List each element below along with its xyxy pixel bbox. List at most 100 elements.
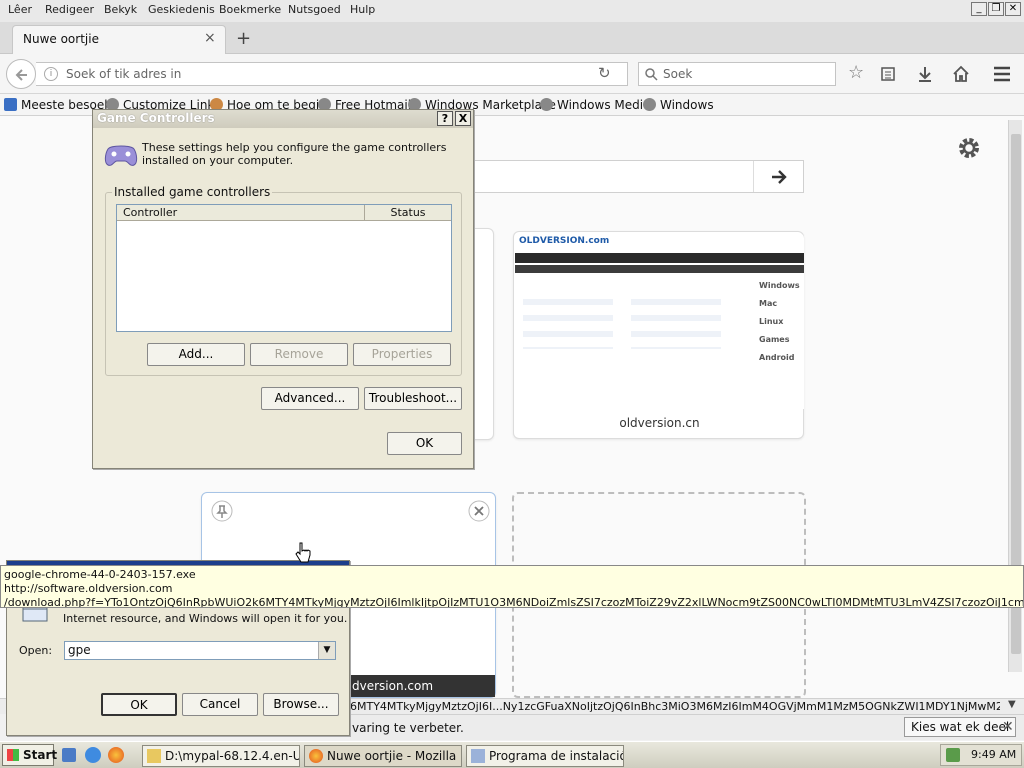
ie-icon[interactable] [85,747,101,763]
game-controllers-dialog: Game Controllers ? X These settings help… [92,109,474,469]
info-icon[interactable]: i [44,67,58,81]
dialog-description: These settings help you configure the ga… [142,141,447,167]
start-label: Start [23,748,58,762]
pin-icon[interactable] [211,500,233,522]
installed-controllers-group: Installed game controllers Controller St… [105,185,462,376]
run-ok-button[interactable]: OK [101,693,177,716]
properties-button: Properties [353,343,451,366]
troubleshoot-button[interactable]: Troubleshoot... [364,387,462,410]
taskbar: Start D:\mypal-68.12.4.en-US.... Nuwe oo… [0,741,1024,768]
bookmark-windows-media[interactable]: Windows Media [540,98,650,112]
oldversion-logo: OLDVERSION.com [519,236,610,246]
reading-list-icon[interactable] [880,66,896,82]
tooltip-host: http://software.oldversion.com [4,582,173,595]
thumb-navbar [515,253,804,263]
globe-icon [540,98,553,111]
dialog-close-button[interactable]: X [455,111,471,126]
advanced-button[interactable]: Advanced... [261,387,359,410]
address-bar[interactable]: i Soek of tik adres in ↻ [36,62,628,86]
scroll-down-arrow-icon[interactable]: ▼ [1008,699,1016,710]
folder-icon [147,749,161,763]
minimize-button[interactable]: _ [971,2,987,16]
column-controller[interactable]: Controller [117,205,365,221]
window-close-button[interactable]: ✕ [1005,2,1021,16]
menu-help[interactable]: Hulp [350,3,375,16]
menu-edit[interactable]: Redigeer [45,3,94,16]
open-label: Open: [19,644,53,657]
taskbar-item-folder[interactable]: D:\mypal-68.12.4.en-US.... [142,745,300,767]
firefox-icon[interactable] [108,747,124,763]
add-button[interactable]: Add... [147,343,245,366]
downloads-icon[interactable] [916,65,934,83]
search-placeholder: Soek [663,67,693,81]
thumb-subnav [515,265,804,273]
oldversion-thumbnail: OLDVERSION.com Windows Mac Linux Games A… [515,233,804,409]
group-label: Installed game controllers [112,185,273,199]
thumb-list-1 [523,289,613,349]
start-button[interactable]: Start [2,744,58,766]
tab-new-tab[interactable]: Nuwe oortjie × [12,25,226,54]
globe-icon [643,98,656,111]
tile-title: oldversion.cn [619,416,700,430]
back-arrow-icon [15,69,27,81]
tooltip-filename: google-chrome-44-0-2403-157.exe [4,568,196,581]
menu-view[interactable]: Bekyk [104,3,137,16]
download-link-tooltip: google-chrome-44-0-2403-157.exe http://s… [0,565,1024,608]
hand-cursor-icon [295,542,311,563]
run-cancel-button[interactable]: Cancel [182,693,258,716]
column-status[interactable]: Status [365,205,451,221]
settings-gear-icon[interactable] [955,134,983,162]
thumb-list-2 [631,289,721,349]
navigation-bar: i Soek of tik adres in ↻ Soek ☆ [0,54,1024,94]
bookmark-star-icon[interactable]: ☆ [848,62,864,83]
tooltip-path: /download.php?f=YTo1OntzOjQ6InRpbWUiO2k6… [4,596,1024,608]
dialog-titlebar: Game Controllers ? X [93,110,473,128]
notification-text: varing te verbeter. [352,721,464,735]
taskbar-item-installer[interactable]: Programa de instalación ... [466,745,624,767]
tile-caption-bar: dversion.com [350,675,495,697]
home-icon[interactable] [952,65,970,83]
firefox-icon [309,749,323,763]
top-site-tile-oldversion[interactable]: OLDVERSION.com Windows Mac Linux Games A… [513,231,804,439]
open-input-value[interactable]: gpe [68,643,91,657]
back-button[interactable] [6,59,36,89]
system-tray: 9:49 AM [940,744,1022,766]
menu-tools[interactable]: Nutsgoed [288,3,341,16]
tab-close-icon[interactable]: × [204,30,216,46]
show-desktop-icon[interactable] [62,748,76,762]
network-icon[interactable] [946,748,960,762]
newtab-search-go-button[interactable] [753,161,803,192]
thumb-platform-menu: Windows Mac Linux Games Android [759,281,800,362]
choose-what-to-share-button[interactable]: Kies wat ek deel [904,717,1017,737]
search-icon [645,68,658,81]
arrow-right-icon [772,170,787,184]
dropdown-arrow-icon[interactable]: ▼ [318,642,335,659]
hamburger-menu-icon[interactable] [993,66,1011,82]
menu-bar: Lêer Redigeer Bekyk Geskiedenis Boekmerk… [0,0,1024,22]
remove-button: Remove [250,343,348,366]
notification-close-icon[interactable]: ✕ [1002,719,1014,735]
bookmark-windows[interactable]: Windows [643,98,714,112]
installer-icon [471,749,485,763]
ok-button[interactable]: OK [387,432,462,455]
clock[interactable]: 9:49 AM [971,748,1016,761]
windows-logo-icon [7,749,19,761]
search-bar[interactable]: Soek [638,62,836,86]
run-description: Internet resource, and Windows will open… [63,612,348,625]
taskbar-item-firefox[interactable]: Nuwe oortjie - Mozilla Fir... [304,745,462,767]
folder-icon [4,98,17,111]
menu-bookmarks[interactable]: Boekmerke [219,3,281,16]
open-combobox[interactable]: gpe ▼ [64,641,336,660]
new-tab-plus-icon[interactable]: + [236,28,251,49]
reload-icon[interactable]: ↻ [598,64,611,82]
tile-remove-icon[interactable] [468,500,490,522]
run-browse-button[interactable]: Browse... [263,693,339,716]
status-url-text: 6MTY4MTkyMjgyMztzOjI6I...Ny1zcGFuaXNoIjt… [350,700,1000,713]
controllers-list[interactable]: Controller Status [116,204,452,332]
restore-button[interactable]: ❐ [988,2,1004,16]
pinned-tile-caption: dversion.com [352,679,434,693]
menu-history[interactable]: Geskiedenis [148,3,215,16]
menu-file[interactable]: Lêer [8,3,32,16]
help-button[interactable]: ? [437,111,453,126]
gamepad-icon [104,145,138,166]
